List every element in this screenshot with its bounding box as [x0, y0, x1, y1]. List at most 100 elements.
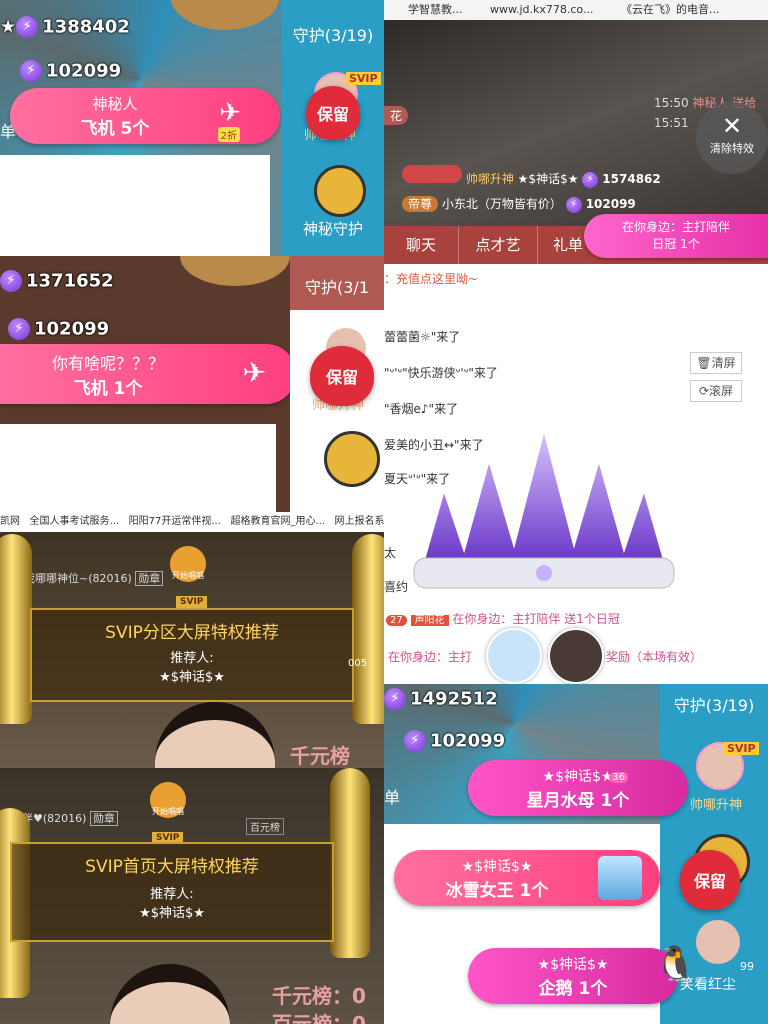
bookmark[interactable]: 超格教育官网_用心...: [230, 516, 325, 527]
avatar[interactable]: [548, 628, 604, 684]
crystal-crown-effect: [404, 426, 684, 600]
count-bottom: 102099: [34, 318, 110, 340]
svip-badge: SVIP: [724, 742, 759, 755]
panel-gift-airplane-5: ★ ⚡ 1388402 ⚡ 102099 单 神秘人 飞机 5个 ✈ 2折 守护(3/…: [0, 0, 384, 256]
time-line-2: 15:51: [654, 116, 689, 130]
bookmark[interactable]: 网上报名系统: [335, 516, 384, 527]
lightning-icon: ⚡: [8, 318, 30, 340]
gift-item: 星月水母 1个: [526, 791, 630, 811]
gold-trophy-right: [330, 768, 370, 958]
banner-title: SVIP分区大屏特权推荐: [105, 623, 279, 643]
clear-screen-button[interactable]: 🗑清屏: [690, 352, 742, 374]
keep-button[interactable]: 保留: [310, 346, 374, 406]
clear-effects-button[interactable]: ✕ 清除特效: [696, 102, 768, 174]
gift-banner-2: ★$神话$★ 冰雪女王 1个: [394, 850, 660, 906]
bookmark[interactable]: 全国人事考试服务...: [30, 516, 120, 527]
stat-row-bottom: ⚡ 102099: [404, 730, 505, 752]
stat-row-top: ⚡ 1371652: [0, 270, 114, 292]
stat-row-bottom: ⚡ 102099: [8, 318, 109, 340]
panel-live-chat-crown: 学智慧教... www.jd.kx778.co... 《云在飞》的电音... 花…: [384, 0, 768, 684]
url-text[interactable]: www.jd.kx778.co...: [490, 3, 593, 16]
count-top: 1371652: [26, 270, 114, 292]
username-line: 我哪哪神位~(82016) 勋章: [24, 570, 164, 586]
companion-banner: 在你身边：主打陪伴 日冠 1个: [584, 214, 768, 258]
guard-avatar-2[interactable]: [696, 920, 740, 964]
guard-mystery-label: 神秘守护: [302, 220, 363, 238]
badge-tag: 勋章: [89, 811, 118, 826]
rank-text: 千元榜：0: [272, 984, 366, 1008]
streamer-face: [155, 702, 275, 768]
browser-tab[interactable]: 学智慧教...: [408, 3, 463, 16]
user2-name: 小东北（万物皆有价）: [441, 197, 562, 211]
count-top: 1492512: [410, 688, 498, 710]
recommender-label: 推荐人:: [150, 887, 194, 902]
gift-user: ★$神话$★: [542, 769, 614, 785]
level-badge: 27: [386, 615, 407, 626]
tab-chat[interactable]: 聊天: [384, 226, 459, 264]
panel-svip-zone-recommend: 凯网 全国人事考试服务... 阳阳77开运常伴视... 超格教育官网_用心...…: [0, 512, 384, 768]
lightning-icon: ⚡: [0, 270, 22, 292]
svip-badge: SVIP: [176, 596, 208, 608]
svip-badge: SVIP: [346, 72, 381, 85]
user-tag: ★$神话$★: [517, 172, 579, 186]
bookmark[interactable]: 凯网: [0, 516, 20, 527]
flower-tag: 花: [384, 106, 409, 125]
gold-trophy-right: [352, 534, 384, 724]
ice-queen-icon: [598, 856, 642, 900]
recommender-name: ★$神话$★: [139, 906, 205, 921]
user1-count: 1574862: [602, 172, 661, 186]
start-sing-button[interactable]: 开始唱唱: [170, 546, 206, 582]
recharge-link[interactable]: ：充值点这里呦~: [384, 270, 478, 287]
guard-title[interactable]: 守护(3/19): [660, 684, 768, 722]
badge-tag: 勋章: [135, 571, 164, 586]
chat-line: 太: [384, 546, 397, 560]
browser-tab[interactable]: 《云在飞》的电音...: [621, 3, 720, 16]
count-top: 1388402: [42, 16, 130, 38]
airplane-icon: ✈: [219, 98, 241, 128]
emperor-badge: 帝尊: [402, 196, 439, 212]
rank-name: 帅哪升神: [690, 798, 743, 813]
scroll-screen-button[interactable]: ⟳滚屏: [690, 380, 742, 402]
chat-line: 蕾蕾菌☼"来了: [384, 330, 461, 344]
background-cake: [170, 0, 280, 30]
avatar[interactable]: [486, 628, 542, 684]
rank-text: 千元榜: [290, 744, 350, 768]
left-tab-label[interactable]: 单: [384, 784, 400, 808]
user-row-1: 帅哪升神 ★$神话$★ ⚡ 1574862: [402, 165, 661, 188]
lightning-icon: ⚡: [384, 688, 406, 710]
bookmark[interactable]: 阳阳77开运常伴视...: [129, 516, 221, 527]
content-area: [0, 155, 270, 256]
background-cake: [180, 256, 290, 286]
rank-icon: [402, 165, 462, 183]
right-label: 百元榜: [246, 818, 284, 835]
gift-banner-3: ★$神话$★ 企鹅 1个: [468, 948, 678, 1004]
banner-title: SVIP首页大屏特权推荐: [85, 857, 259, 877]
stat-row-top: ★ ⚡ 1388402: [0, 16, 130, 38]
start-sing-button[interactable]: 开始唱唱: [150, 782, 186, 818]
guard-shield-icon[interactable]: [324, 431, 380, 487]
chat-line: "香烟e♪"来了: [384, 402, 459, 416]
crown-icon: [413, 426, 675, 589]
gift-banner: 你有啥呢？？？ 飞机 1个 ✈: [0, 344, 296, 404]
user-row-2: 帝尊 小东北（万物皆有价） ⚡ 102099: [402, 195, 636, 213]
count-bottom: 102099: [430, 730, 506, 752]
streamer-face: [110, 964, 230, 1024]
gold-trophy-left: [0, 534, 32, 724]
lightning-icon: ⚡: [20, 60, 42, 82]
gift-line: 27 声阳花 在你身边：主打陪伴 送1个日冠: [386, 610, 620, 627]
lightning-icon: ⚡: [404, 730, 426, 752]
lightning-icon: ⚡: [582, 171, 599, 188]
rank-name: 帅哪升神: [465, 172, 514, 186]
tab-talent[interactable]: 点才艺: [459, 226, 538, 264]
keep-button[interactable]: 保留: [680, 850, 740, 910]
bottom-rank-text: 百元榜：0: [272, 1012, 366, 1024]
gift-item: 企鹅 1个: [538, 979, 608, 999]
keep-button[interactable]: 保留: [306, 86, 360, 140]
browser-topbar: 学智慧教... www.jd.kx778.co... 《云在飞》的电音...: [384, 0, 768, 20]
guard-title[interactable]: 守护(3/1: [290, 256, 384, 310]
gift-user: ★$神话$★: [537, 957, 609, 973]
guard-title[interactable]: 守护(3/19): [282, 0, 384, 52]
gift-user-tag: 声阳花: [410, 615, 449, 626]
guard-shield-icon[interactable]: [314, 165, 366, 217]
chat-line: "ᐡ'ᐡ"快乐游侠ᐡ'ᐡ"来了: [384, 366, 498, 380]
